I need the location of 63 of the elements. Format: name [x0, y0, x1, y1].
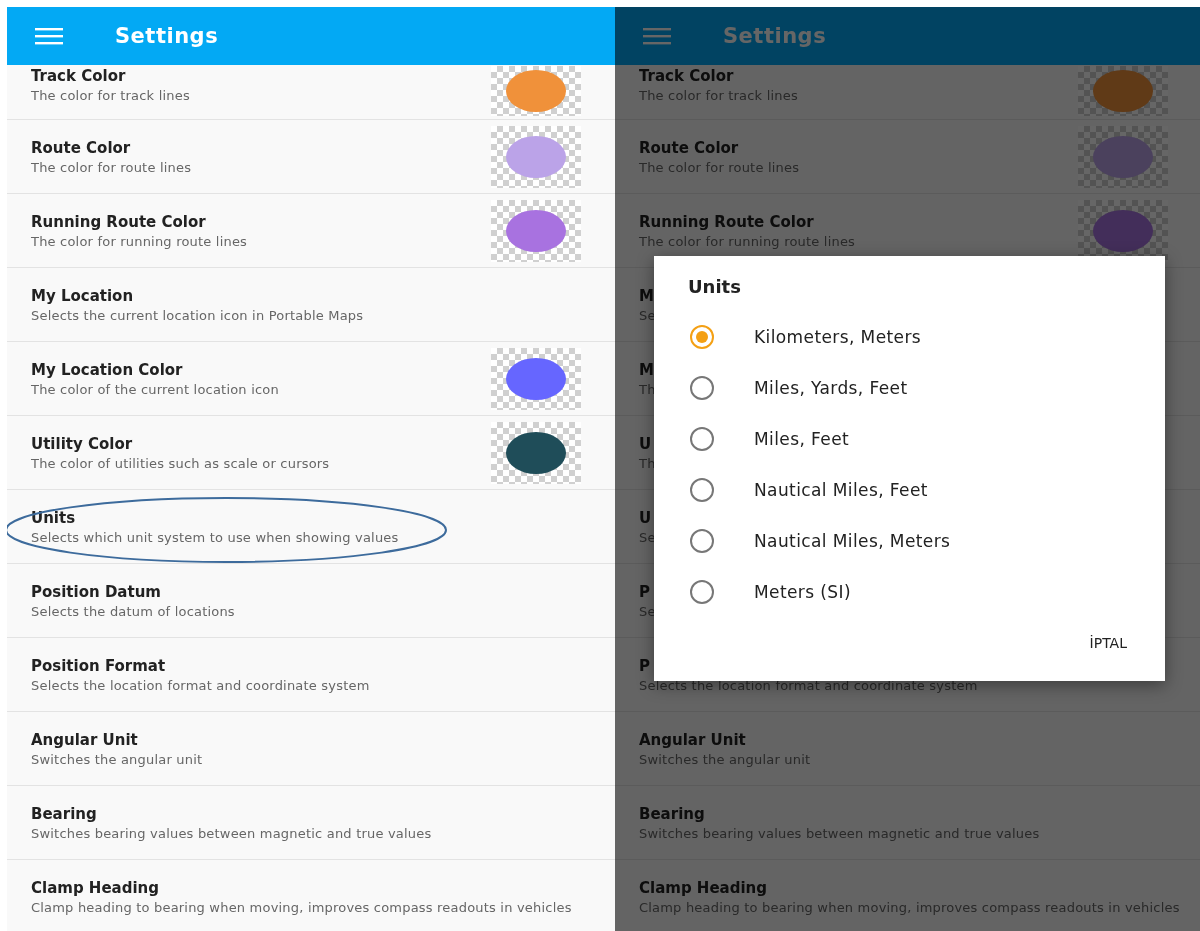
setting-title[interactable]: My Location: [31, 286, 134, 305]
setting-description: Selects the datum of locations: [31, 603, 235, 619]
settings-row[interactable]: Units Selects which unit system to use when showing values: [7, 490, 615, 564]
setting-title[interactable]: Running Route Color: [31, 212, 206, 231]
settings-row[interactable]: My Location Color The color of the current location icon: [7, 342, 615, 416]
cancel-button[interactable]: İPTAL: [1087, 631, 1129, 655]
radio-button[interactable]: [690, 579, 714, 604]
radio-button[interactable]: [690, 375, 714, 400]
setting-description: Th: [639, 381, 656, 397]
settings-row[interactable]: Route Color The color for route lines: [7, 120, 615, 194]
settings-row[interactable]: Utility Color The color of utilities such as scale or cursors: [7, 416, 615, 490]
setting-description: Se: [639, 529, 656, 545]
menu-icon[interactable]: [35, 27, 63, 45]
radio-button[interactable]: [690, 324, 714, 349]
setting-description: The color for running route lines: [639, 233, 856, 249]
setting-title[interactable]: Clamp Heading: [31, 878, 159, 897]
settings-row[interactable]: Track Color The color for track lines: [7, 65, 615, 120]
setting-title[interactable]: My Location Color: [31, 360, 183, 379]
setting-description: Switches the angular unit: [31, 751, 203, 767]
setting-description: Th: [639, 455, 656, 471]
setting-description: Clamp heading to bearing when moving, improves compass readouts in vehicles: [639, 899, 1180, 915]
setting-description: Clamp heading to bearing when moving, improves compass readouts in vehicles: [31, 899, 572, 915]
setting-description: The color for route lines: [639, 159, 800, 175]
setting-description: The color for route lines: [31, 159, 192, 175]
setting-title[interactable]: Track Color: [31, 67, 126, 85]
setting-description: The color for running route lines: [31, 233, 248, 249]
setting-title[interactable]: Utility Color: [31, 434, 133, 453]
radio-button[interactable]: [690, 477, 714, 502]
setting-description: The color of utilities such as scale or cursors: [31, 455, 330, 471]
option-label[interactable]: Miles, Feet: [754, 428, 850, 449]
dialog-title: Units: [688, 276, 741, 297]
setting-title[interactable]: Bearing: [31, 804, 97, 823]
setting-title[interactable]: Angular Unit: [31, 730, 138, 749]
setting-description: The color for track lines: [31, 88, 190, 103]
setting-title[interactable]: Position Datum: [31, 582, 161, 601]
option-label[interactable]: Kilometers, Meters: [754, 326, 922, 347]
setting-description: The color for track lines: [639, 88, 798, 103]
color-swatch[interactable]: [491, 421, 581, 484]
option-label[interactable]: Nautical Miles, Feet: [754, 479, 928, 500]
setting-title[interactable]: Position Format: [31, 656, 166, 675]
option-label[interactable]: Nautical Miles, Meters: [754, 530, 951, 551]
setting-description: Se: [639, 603, 656, 619]
setting-description: Switches bearing values between magnetic and true values: [639, 825, 1040, 841]
setting-description: Se: [639, 307, 656, 323]
screen-title: Settings: [723, 24, 827, 48]
setting-description: Switches bearing values between magnetic and true values: [31, 825, 432, 841]
setting-description: Switches the angular unit: [639, 751, 811, 767]
settings-row[interactable]: Running Route Color The color for running route lines: [7, 194, 615, 268]
setting-title[interactable]: Units: [31, 508, 76, 527]
color-swatch[interactable]: [491, 125, 581, 188]
radio-button[interactable]: [690, 528, 714, 553]
color-swatch[interactable]: [491, 199, 581, 262]
option-label[interactable]: Meters (SI): [754, 581, 851, 602]
color-swatch[interactable]: [491, 347, 581, 410]
setting-description: The color of the current location icon: [31, 381, 279, 397]
color-swatch[interactable]: [491, 66, 581, 116]
setting-description: Selects which unit system to use when showing values: [31, 529, 399, 545]
screen-title: Settings: [115, 24, 219, 48]
setting-description: Selects the location format and coordinate system: [31, 677, 370, 693]
option-label[interactable]: Miles, Yards, Feet: [754, 377, 908, 398]
setting-title[interactable]: Route Color: [31, 138, 131, 157]
setting-description: Selects the current location icon in Portable Maps: [31, 307, 364, 323]
radio-button[interactable]: [690, 426, 714, 451]
